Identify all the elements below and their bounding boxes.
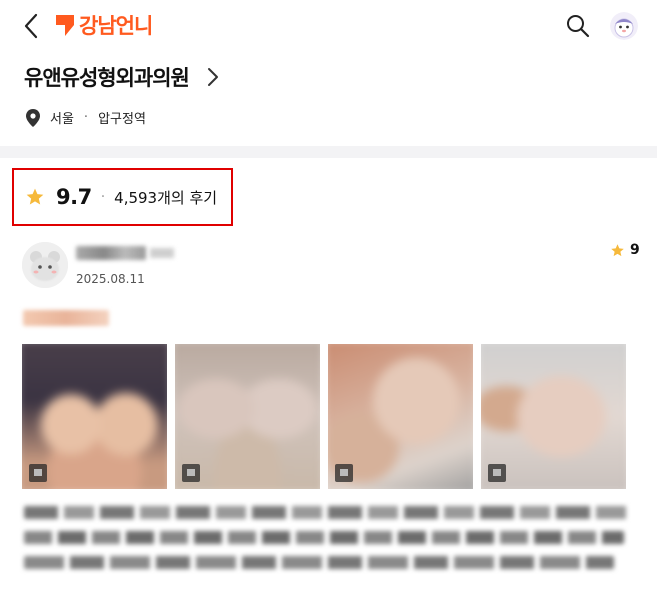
location-area: 압구정역	[98, 112, 146, 127]
review-body-blurred	[24, 506, 636, 581]
avatar[interactable]	[610, 12, 638, 40]
review-text-line	[24, 556, 614, 569]
review-score-value: 9	[630, 242, 640, 258]
top-bar: 강남언니	[0, 0, 657, 52]
review-date: 2025.08.11	[76, 272, 145, 286]
logo-text: 강남언니	[79, 14, 153, 38]
rating-summary[interactable]: 9.7 · 4,593개의 후기	[12, 168, 233, 226]
location-separator: ·	[83, 110, 89, 125]
image-icon	[335, 464, 353, 482]
review-photo[interactable]	[175, 344, 320, 489]
image-icon	[29, 464, 47, 482]
chevron-left-icon[interactable]	[20, 12, 44, 40]
image-icon	[488, 464, 506, 482]
review-photo[interactable]	[22, 344, 167, 489]
bear-avatar-icon	[22, 242, 68, 288]
reviewer-name-blurred	[76, 246, 146, 260]
review-text-line	[24, 506, 632, 519]
review-count: 4,593개의 후기	[114, 188, 218, 207]
section-divider	[0, 146, 657, 158]
image-icon	[182, 464, 200, 482]
clinic-title-link[interactable]: 유앤유성형외과의원	[24, 62, 221, 92]
location-pin-icon	[26, 108, 40, 127]
rating-separator: ·	[100, 189, 106, 205]
review-photo[interactable]	[328, 344, 473, 489]
chevron-right-icon	[207, 68, 218, 86]
reviewer-avatar	[22, 242, 68, 288]
logo-icon	[56, 15, 74, 36]
star-icon	[26, 188, 44, 205]
review-photos	[22, 344, 626, 489]
review-photo[interactable]	[481, 344, 626, 489]
reviewer-meta-blurred	[150, 248, 174, 258]
review-tag-blurred	[23, 310, 109, 326]
clinic-location: 서울 · 압구정역	[26, 108, 146, 127]
rating-score: 9.7	[56, 185, 92, 209]
location-city: 서울	[50, 112, 74, 127]
review-score: 9	[610, 242, 640, 258]
star-icon	[611, 243, 624, 256]
clinic-name: 유앤유성형외과의원	[24, 66, 190, 90]
review-text-line	[24, 531, 624, 544]
app-logo[interactable]: 강남언니	[54, 10, 153, 40]
search-icon[interactable]	[565, 13, 591, 39]
